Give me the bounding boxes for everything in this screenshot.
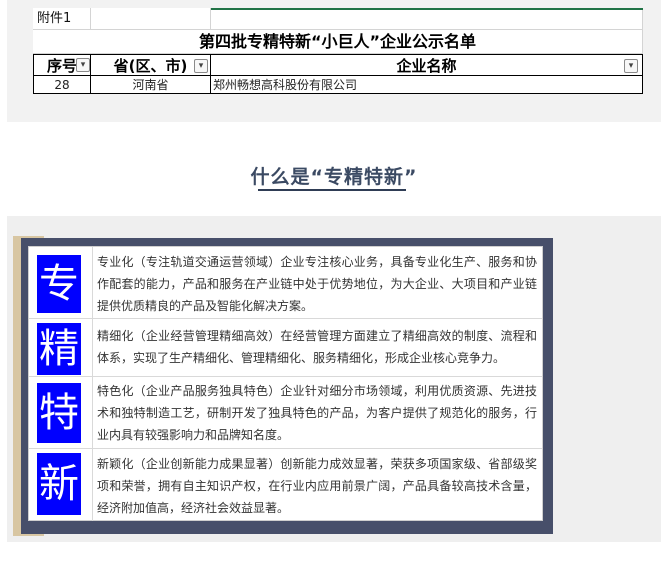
section-title: 什么是“专精特新” — [250, 166, 418, 188]
char-badge: 新 — [37, 453, 81, 515]
empty-cell — [91, 8, 211, 30]
definition-text: 新颖化（企业创新能力成果显著）创新能力成效显著，荣获多项国家级、省部级奖项和荣誉… — [97, 457, 537, 515]
header-index: 序号 ▾ — [33, 54, 91, 76]
spreadsheet-excerpt: 附件1 第四批专精特新“小巨人”企业公示名单 序号 ▾ 省(区、市) ▾ 企业名… — [7, 0, 661, 122]
header-company: 企业名称 ▾ — [211, 54, 643, 76]
definition-card: 专 专业化（专注轨道交通运营领域）企业专注核心业务，具备专业化生产、服务和协作配… — [28, 246, 543, 521]
title-underline — [258, 189, 406, 191]
char-badge: 专 — [37, 255, 81, 313]
list-title: 第四批专精特新“小巨人”企业公示名单 — [33, 30, 643, 54]
cell-province[interactable]: 河南省 — [91, 76, 211, 94]
char-badge: 特 — [37, 383, 81, 443]
char-badge: 精 — [37, 323, 81, 375]
filter-dropdown-icon[interactable]: ▾ — [76, 58, 90, 72]
definition-row: 特 特色化（企业产品服务独具特色）企业针对细分市场领域，利用优质资源、先进技术和… — [29, 377, 542, 449]
definition-text: 特色化（企业产品服务独具特色）企业针对细分市场领域，利用优质资源、先进技术和独特… — [97, 384, 537, 442]
definition-row: 专 专业化（专注轨道交通运营领域）企业专注核心业务，具备专业化生产、服务和协作配… — [29, 247, 542, 319]
definition-row: 精 精细化（企业经营管理精细高效）在经营管理方面建立了精细高效的制度、流程和体系… — [29, 319, 542, 377]
attachment-label: 附件1 — [33, 8, 91, 30]
empty-cell — [211, 8, 643, 30]
selected-cell-indicator — [211, 8, 643, 10]
header-province: 省(区、市) ▾ — [91, 54, 211, 76]
spreadsheet-grid: 附件1 第四批专精特新“小巨人”企业公示名单 序号 ▾ 省(区、市) ▾ 企业名… — [33, 8, 643, 94]
cell-company[interactable]: 郑州畅想高科股份有限公司 — [211, 76, 643, 94]
header-index-label: 序号 — [46, 57, 77, 75]
header-company-label: 企业名称 — [396, 57, 457, 75]
header-province-label: 省(区、市) — [113, 57, 188, 75]
filter-dropdown-icon[interactable]: ▾ — [624, 59, 638, 73]
definition-text: 精细化（企业经营管理精细高效）在经营管理方面建立了精细高效的制度、流程和体系，实… — [97, 329, 537, 365]
definition-row: 新 新颖化（企业创新能力成果显著）创新能力成效显著，荣获多项国家级、省部级奖项和… — [29, 449, 542, 521]
filter-dropdown-icon[interactable]: ▾ — [194, 59, 208, 73]
definition-text: 专业化（专注轨道交通运营领域）企业专注核心业务，具备专业化生产、服务和协作配套的… — [97, 255, 537, 313]
cell-index[interactable]: 28 — [33, 76, 91, 94]
